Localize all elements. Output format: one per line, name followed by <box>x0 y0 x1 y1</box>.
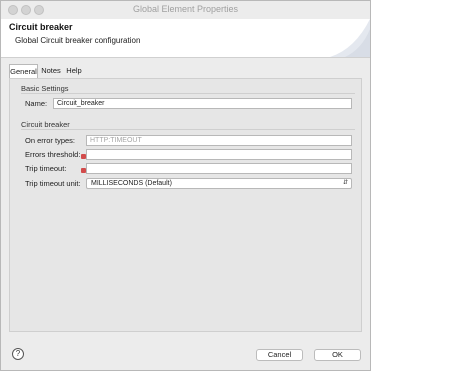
window-title: Global Element Properties <box>132 4 239 14</box>
dialog-footer: ? Cancel OK <box>1 342 370 370</box>
tab-help[interactable]: Help <box>65 64 83 78</box>
basic-settings-divider <box>21 93 355 94</box>
page-title: Circuit breaker <box>9 22 73 32</box>
header-decoration-icon <box>330 19 370 57</box>
trip-timeout-unit-select[interactable]: MILLISECONDS (Default) ⇵ <box>86 178 352 189</box>
help-icon[interactable]: ? <box>12 348 24 360</box>
trip-timeout-unit-value: MILLISECONDS (Default) <box>91 180 172 187</box>
errors-threshold-label: Errors threshold: <box>25 150 81 159</box>
trip-timeout-field[interactable] <box>86 163 352 174</box>
chevron-updown-icon: ⇵ <box>342 180 348 186</box>
cancel-button[interactable]: Cancel <box>256 349 303 361</box>
on-error-types-label: On error types: <box>25 136 76 145</box>
global-element-properties-dialog: Global Element Properties Circuit breake… <box>0 0 371 371</box>
circuit-breaker-heading: Circuit breaker <box>21 120 70 129</box>
page-subtitle: Global Circuit breaker configuration <box>15 36 141 45</box>
on-error-types-field[interactable]: HTTP:TIMEOUT <box>86 135 352 146</box>
on-error-types-placeholder: HTTP:TIMEOUT <box>90 137 142 144</box>
title-bar[interactable]: Global Element Properties <box>1 1 370 20</box>
trip-timeout-label: Trip timeout: <box>25 164 67 173</box>
header-banner: Circuit breaker Global Circuit breaker c… <box>1 19 370 58</box>
basic-settings-heading: Basic Settings <box>21 84 69 93</box>
tab-general[interactable]: General <box>9 64 38 78</box>
circuit-breaker-divider <box>21 129 355 130</box>
errors-threshold-field[interactable] <box>86 149 352 160</box>
name-field-value: Circuit_breaker <box>57 100 105 107</box>
tab-notes[interactable]: Notes <box>40 64 62 78</box>
name-field[interactable]: Circuit_breaker <box>53 98 352 109</box>
trip-timeout-unit-label: Trip timeout unit: <box>25 179 81 188</box>
ok-button[interactable]: OK <box>314 349 361 361</box>
name-label: Name: <box>25 99 48 108</box>
general-tab-panel: Basic Settings Name: Circuit_breaker Cir… <box>9 78 362 332</box>
